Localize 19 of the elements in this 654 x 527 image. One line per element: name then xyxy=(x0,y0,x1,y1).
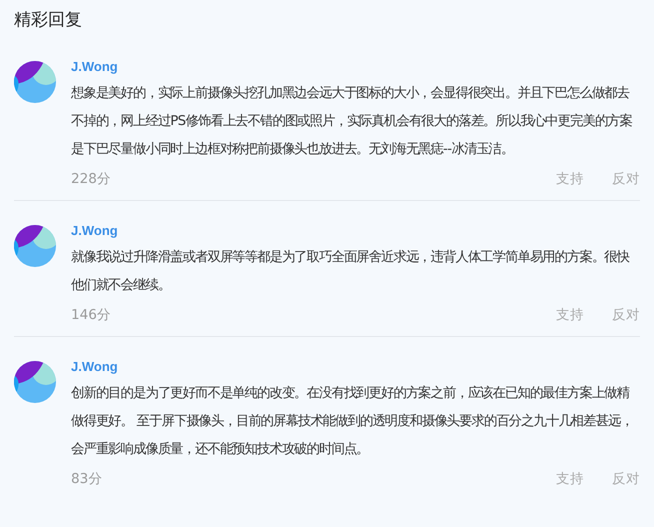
vote-link[interactable]: 支持 xyxy=(556,170,584,188)
vote-link[interactable]: 反对 xyxy=(612,470,640,488)
vote-link[interactable]: 反对 xyxy=(612,306,640,324)
section-title: 精彩回复 xyxy=(14,9,83,31)
vote-link[interactable]: 反对 xyxy=(612,170,640,188)
reply-text: 想象是美好的，实际上前摄像头挖孔加黑边会远大于图标的大小，会显得很突出。并且下巴怎么做都去不掉的，网上经过PS修饰看上去不错的图或照片，实际真机会有很大的落差。所以我心中更完美的方案是下巴尽量做小同时上边框对称把前摄像头也放进去。无刘海无黑痣--冰清玉洁。 xyxy=(71,84,634,159)
avatar-icon xyxy=(14,61,56,103)
avatar-icon xyxy=(14,361,56,403)
author-name[interactable]: J.Wong xyxy=(71,59,118,74)
vote-link[interactable]: 支持 xyxy=(556,306,584,324)
reply-text: 创新的目的是为了更好而不是单纯的改变。在没有找到更好的方案之前，应该在已知的最佳方案上做精做得更好。 至于屏下摄像头，目前的屏幕技术能做到的透明度和摄像头要求的百分之九十几相差甚远，会严重影响成像质量，还不能预知技术攻破的时间点。 xyxy=(71,384,634,459)
score-text: 228分 xyxy=(71,170,112,188)
author-name[interactable]: J.Wong xyxy=(71,223,118,238)
reply-text: 就像我说过升降滑盖或者双屏等等都是为了取巧全面屏舍近求远，违背人体工学简单易用的方案。很快他们就不会继续。 xyxy=(71,248,630,295)
score-text: 83分 xyxy=(71,470,104,488)
vote-link[interactable]: 支持 xyxy=(556,470,584,488)
author-name[interactable]: J.Wong xyxy=(71,359,118,374)
score-text: 146分 xyxy=(71,306,112,324)
avatar-icon xyxy=(14,225,56,267)
